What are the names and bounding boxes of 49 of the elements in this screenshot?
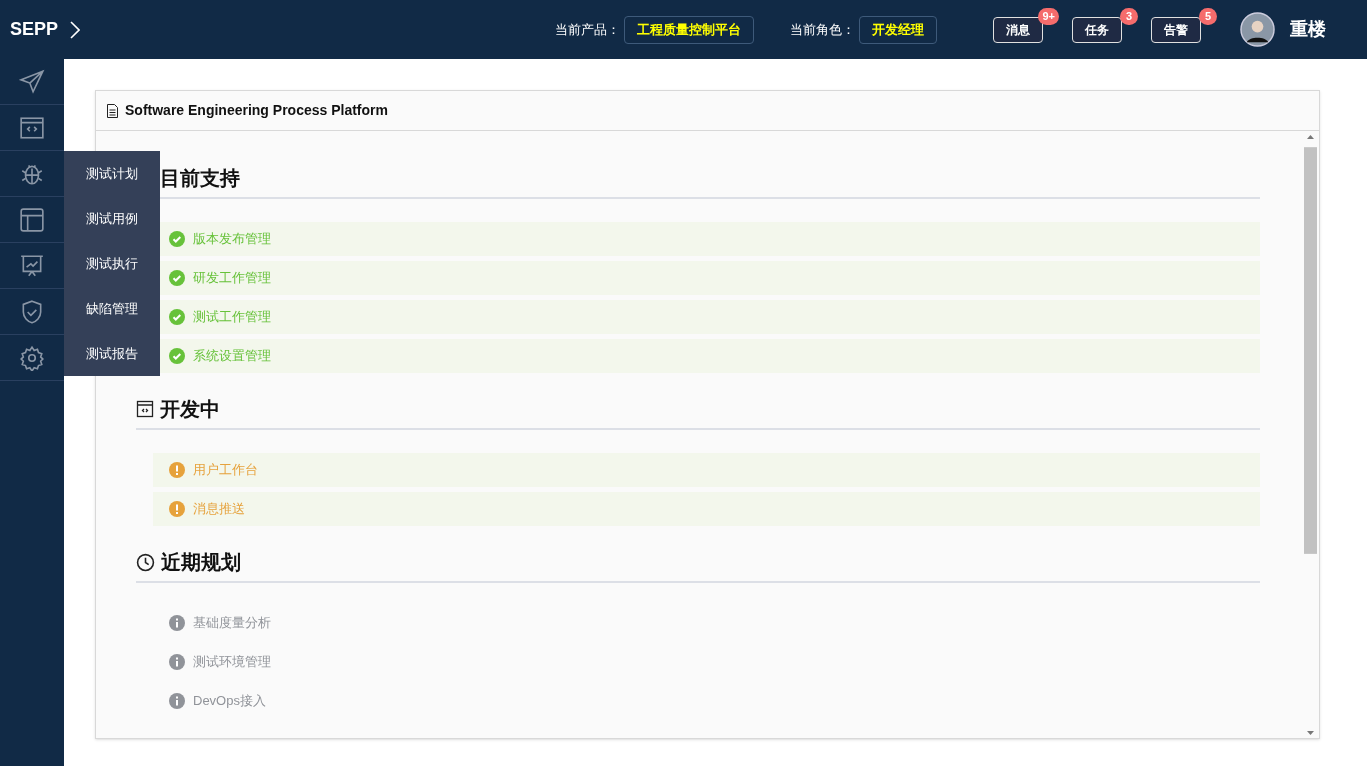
card-title: Software Engineering Process Platform <box>125 101 388 120</box>
role-selector[interactable]: 开发经理 <box>859 15 937 44</box>
check-circle-icon <box>169 348 185 364</box>
warning-circle-icon <box>169 501 185 517</box>
check-circle-icon <box>169 270 185 286</box>
flyout-item[interactable]: 测试执行 <box>64 241 160 286</box>
feature-label: DevOps接入 <box>193 692 266 711</box>
layout-icon <box>19 206 45 233</box>
chevron-right-icon[interactable] <box>70 20 81 39</box>
section-heading: 开发中 <box>160 397 220 422</box>
flyout-item[interactable]: 测试用例 <box>64 196 160 241</box>
feature-label: 测试环境管理 <box>193 653 271 672</box>
feature-label: 用户工作台 <box>193 461 258 480</box>
count-badge: 9+ <box>1038 7 1059 25</box>
count-badge: 3 <box>1120 7 1138 25</box>
user-name[interactable]: 重楼 <box>1290 16 1326 43</box>
notice-button[interactable]: 消息 <box>993 16 1043 43</box>
count-badge: 5 <box>1199 7 1217 25</box>
notice-button[interactable]: 告警 <box>1151 16 1201 43</box>
check-circle-icon <box>169 309 185 325</box>
flyout-item[interactable]: 测试报告 <box>64 331 160 376</box>
brand-logo[interactable]: SEPP <box>10 16 59 43</box>
presentation-chart-icon <box>19 252 45 279</box>
flyout-item[interactable]: 测试计划 <box>64 151 160 196</box>
info-circle-icon <box>169 654 185 670</box>
document-icon <box>106 103 119 118</box>
flyout-item[interactable]: 缺陷管理 <box>64 286 160 331</box>
code-window-icon <box>19 114 45 141</box>
info-circle-icon <box>169 693 185 709</box>
feature-label: 版本发布管理 <box>193 230 271 249</box>
feature-label: 系统设置管理 <box>193 347 271 366</box>
feature-label: 消息推送 <box>193 500 245 519</box>
avatar[interactable] <box>1240 12 1275 47</box>
settings-icon <box>19 344 45 371</box>
feature-label: 基础度量分析 <box>193 614 271 633</box>
role-label: 当前角色： <box>790 20 855 39</box>
notice-button[interactable]: 任务 <box>1072 16 1122 43</box>
section-heading: 近期规划 <box>161 550 241 575</box>
feature-label: 测试工作管理 <box>193 308 271 327</box>
section-heading: 目前支持 <box>160 166 240 191</box>
clock-icon <box>136 552 155 572</box>
warning-circle-icon <box>169 462 185 478</box>
info-circle-icon <box>169 615 185 631</box>
send-icon <box>19 68 45 95</box>
product-label: 当前产品： <box>555 20 620 39</box>
feature-label: 研发工作管理 <box>193 269 271 288</box>
product-selector[interactable]: 工程质量控制平台 <box>624 15 754 44</box>
code-window-icon <box>136 400 154 418</box>
check-circle-icon <box>169 231 185 247</box>
